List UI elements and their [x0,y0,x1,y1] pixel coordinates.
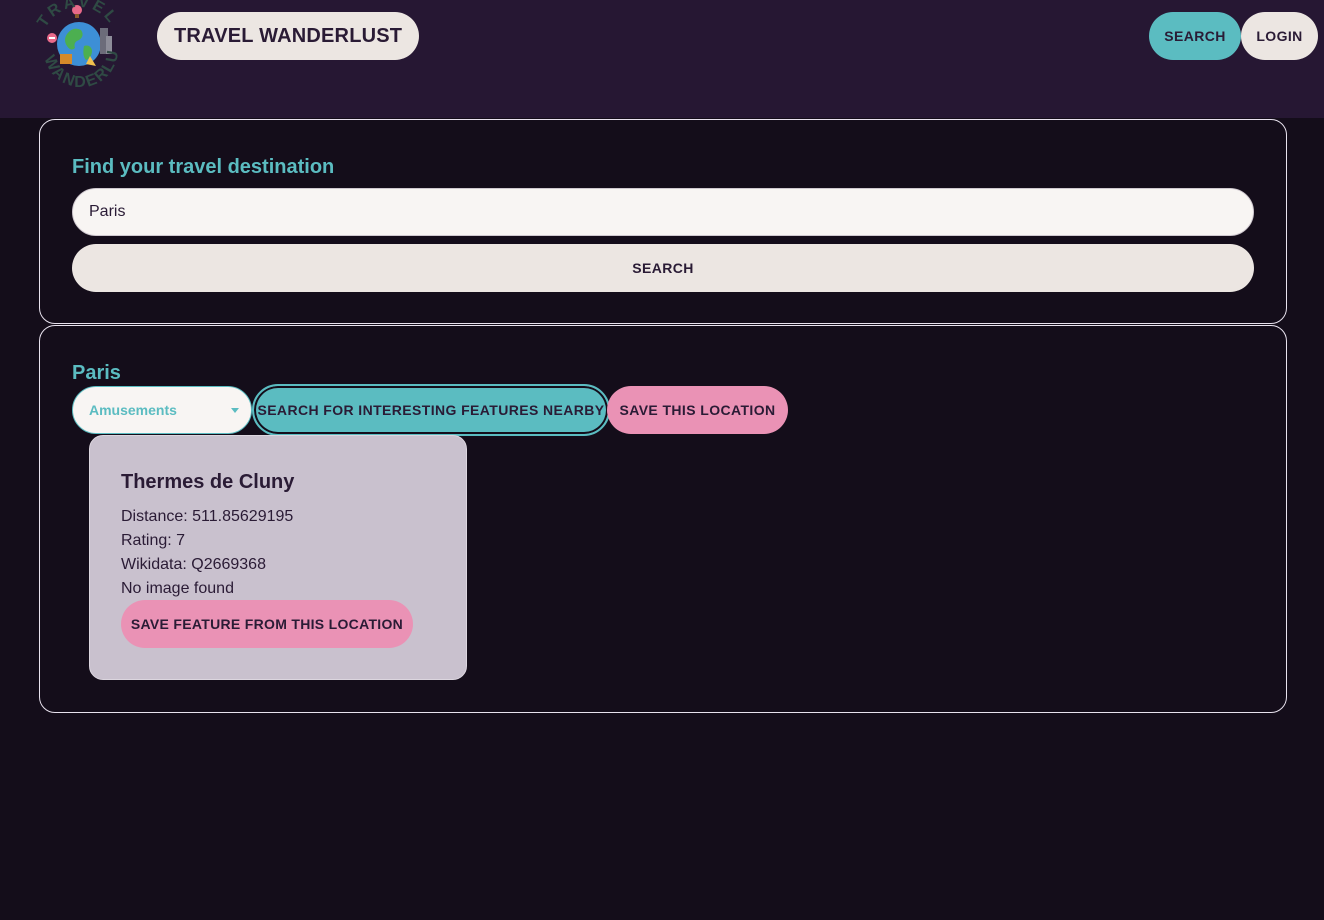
save-feature-button[interactable]: SAVE FEATURE FROM THIS LOCATION [121,600,413,648]
nav-search-button[interactable]: SEARCH [1149,12,1241,60]
app-header: WANDERLUST TRAVEL TRAVEL WANDERLUST SEAR… [0,0,1324,118]
destination-input[interactable] [72,188,1254,236]
feature-card: Thermes de Cluny Distance: 511.85629195 … [89,435,467,680]
search-features-button[interactable]: SEARCH FOR INTERESTING FEATURES NEARBY [252,384,610,436]
category-select-value: Amusements [89,402,177,418]
feature-name: Thermes de Cluny [121,471,295,493]
location-panel: Paris Amusements SEARCH FOR INTERESTING … [39,325,1287,713]
search-heading: Find your travel destination [72,156,335,178]
nav-login-button[interactable]: LOGIN [1241,12,1318,60]
feature-image-status: No image found [121,580,234,597]
brand-title[interactable]: TRAVEL WANDERLUST [157,12,420,60]
category-select[interactable]: Amusements [72,386,252,434]
location-title: Paris [72,362,121,384]
travel-wanderlust-logo[interactable]: WANDERLUST TRAVEL [16,0,140,94]
search-panel: Find your travel destination SEARCH [39,119,1287,324]
feature-wikidata: Wikidata: Q2669368 [121,556,266,573]
feature-rating: Rating: 7 [121,532,186,549]
destination-search-button[interactable]: SEARCH [72,244,1254,292]
save-location-button[interactable]: SAVE THIS LOCATION [607,386,788,434]
feature-distance: Distance: 511.85629195 [121,508,294,525]
caret-down-icon [231,407,239,413]
